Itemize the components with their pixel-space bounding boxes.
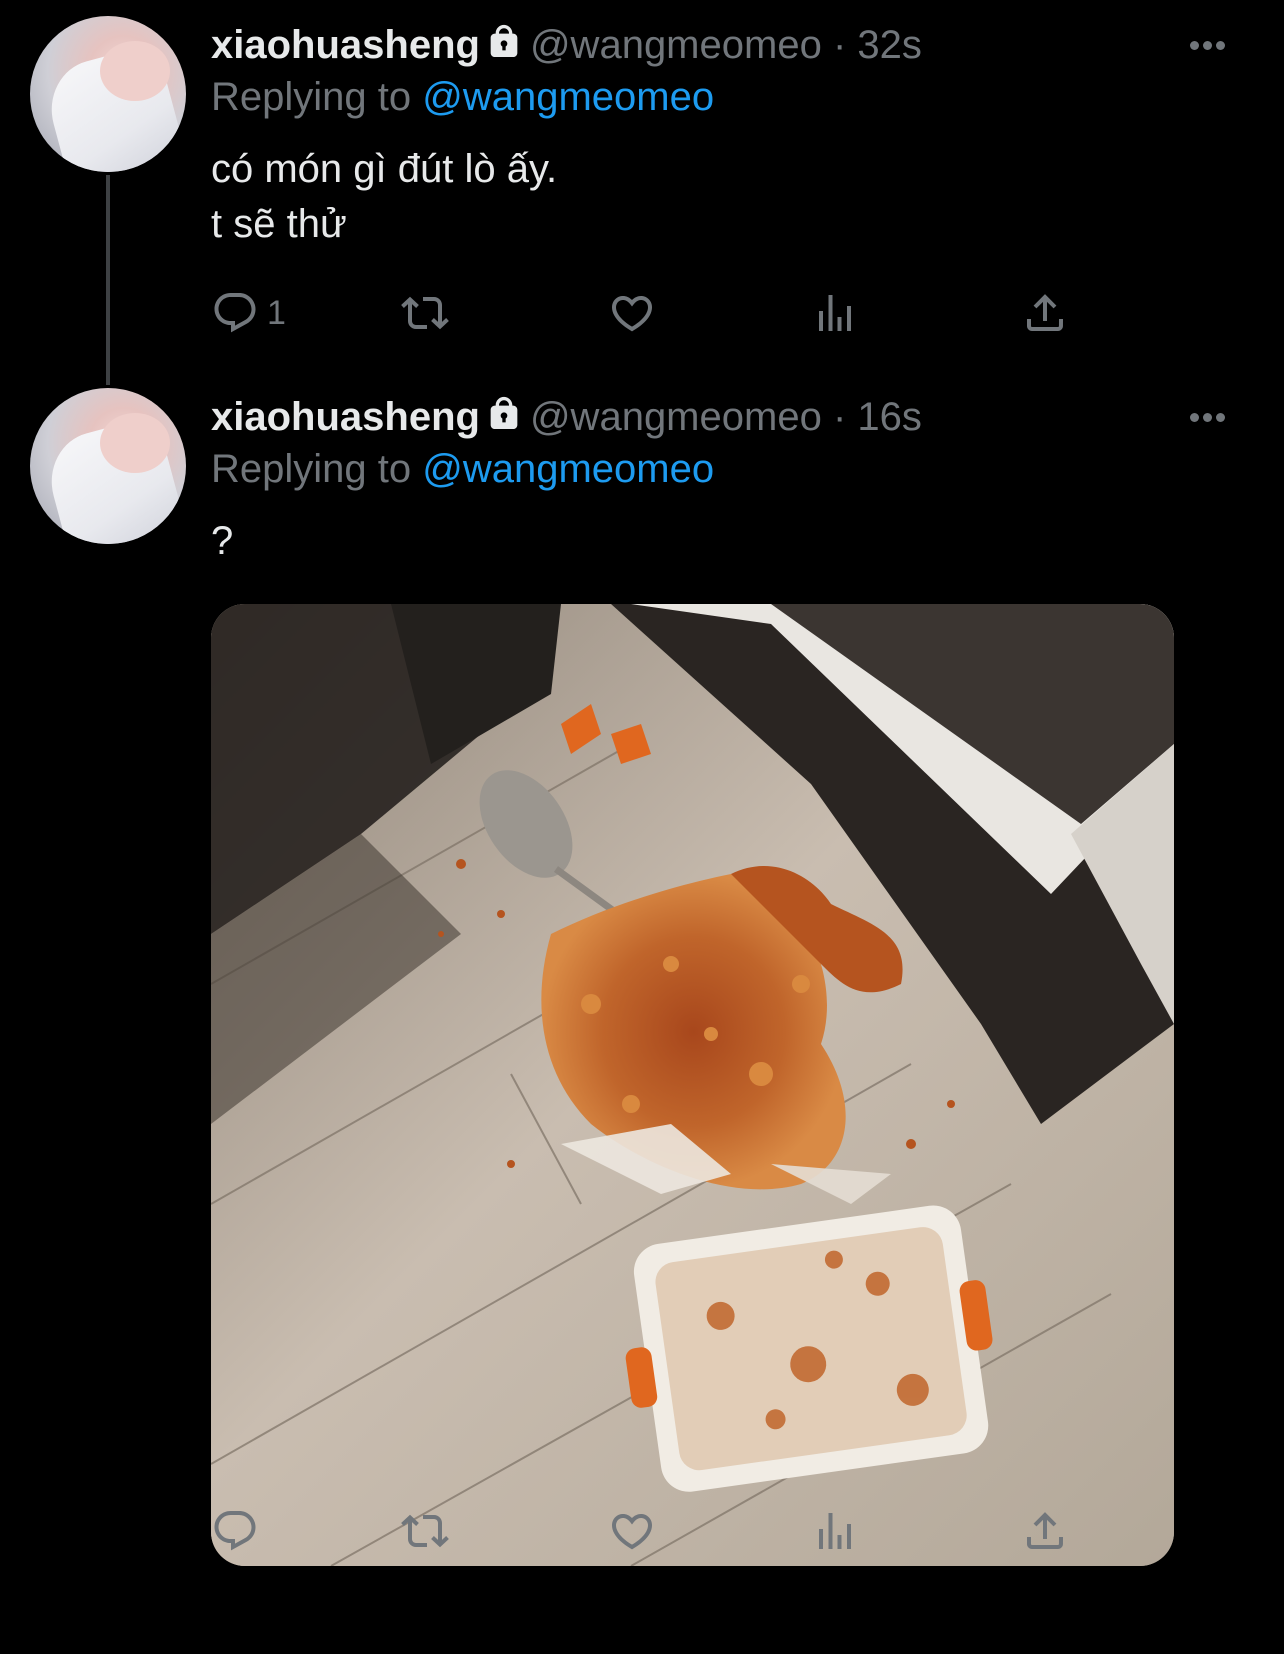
timestamp[interactable]: 16s — [857, 395, 922, 439]
like-icon — [611, 1514, 653, 1550]
avatar[interactable] — [30, 388, 186, 544]
share-button[interactable] — [1021, 283, 1069, 343]
retweet-icon — [401, 296, 449, 330]
lock-icon — [490, 396, 518, 429]
reply-count: 1 — [267, 293, 286, 332]
reply-button[interactable] — [211, 1501, 259, 1561]
handle[interactable]: @wangmeomeo — [530, 395, 822, 439]
retweet-button[interactable] — [401, 1501, 449, 1561]
tweet-header: xiaohuasheng @wangmeomeo · 16s — [211, 392, 922, 442]
analytics-icon — [819, 1513, 851, 1549]
analytics-icon — [819, 295, 851, 331]
tweet-2[interactable]: xiaohuasheng @wangmeomeo · 16s Replying t… — [0, 372, 1284, 1654]
like-button[interactable] — [608, 283, 656, 343]
like-icon — [611, 296, 653, 332]
tweet-1[interactable]: xiaohuasheng @wangmeomeo · 32s Replying t… — [0, 0, 1284, 385]
retweet-icon — [401, 1514, 449, 1548]
tweet-photo[interactable] — [211, 604, 1174, 1566]
tweet-text: ? — [211, 519, 234, 563]
handle[interactable]: @wangmeomeo — [530, 23, 822, 67]
display-name[interactable]: xiaohuasheng — [211, 395, 480, 439]
mention-link[interactable]: @wangmeomeo — [422, 447, 714, 491]
timestamp[interactable]: 32s — [857, 23, 922, 67]
more-icon[interactable] — [1190, 37, 1234, 57]
like-button[interactable] — [608, 1501, 656, 1561]
tweet-header: xiaohuasheng @wangmeomeo · 32s — [211, 20, 922, 70]
reply-button[interactable]: 1 — [211, 283, 286, 343]
separator-dot: · — [832, 395, 847, 439]
replying-to: Replying to @wangmeomeo — [211, 75, 715, 119]
retweet-button[interactable] — [401, 283, 449, 343]
lock-icon — [490, 24, 518, 58]
share-icon — [1027, 294, 1063, 331]
share-button[interactable] — [1021, 1501, 1069, 1561]
display-name[interactable]: xiaohuasheng — [211, 23, 480, 67]
share-icon — [1027, 1512, 1063, 1549]
action-bar — [211, 1501, 1131, 1561]
reply-icon — [214, 293, 256, 333]
separator-dot: · — [832, 23, 847, 67]
action-bar: 1 — [211, 283, 1131, 343]
reply-icon — [214, 1511, 256, 1551]
spilled-dish-photo — [211, 604, 1174, 1566]
replying-to: Replying to @wangmeomeo — [211, 447, 715, 491]
mention-link[interactable]: @wangmeomeo — [422, 75, 714, 119]
analytics-button[interactable] — [811, 1501, 859, 1561]
thread-connector-line — [106, 175, 110, 385]
tweet-text: có món gì đút lò ấy. t sẽ thử — [211, 147, 558, 246]
analytics-button[interactable] — [811, 283, 859, 343]
more-icon[interactable] — [1190, 409, 1234, 429]
avatar[interactable] — [30, 16, 186, 172]
